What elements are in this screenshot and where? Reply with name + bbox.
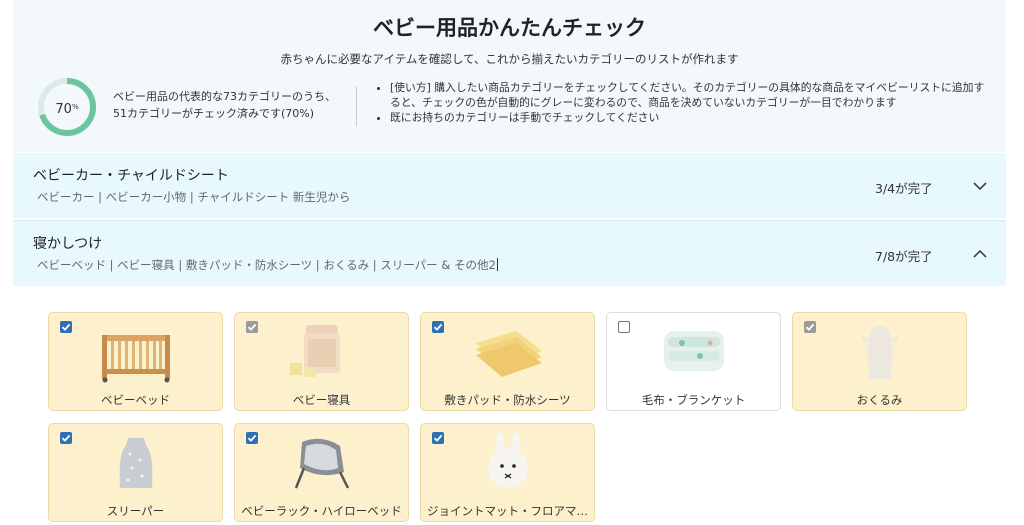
usage-instructions: [使い方] 購入したい商品カテゴリーをチェックしてください。そのカテゴリーの具体… [376, 80, 995, 125]
category-name: 寝かしつけ [33, 236, 103, 252]
text-cursor [496, 258, 498, 271]
item-card-baby-rack[interactable]: ベビーラック・ハイローベッド [234, 423, 409, 522]
item-checkbox[interactable] [804, 321, 816, 333]
bedding-set-icon [290, 325, 340, 377]
blanket-icon [664, 331, 724, 371]
category-stroller-carseat[interactable]: ベビーカー・チャイルドシート ベビーカー | ベビーカー小物 | チャイルドシー… [13, 153, 1006, 218]
item-label: ベビーラック・ハイローベッド [241, 504, 402, 518]
item-checkbox[interactable] [246, 321, 258, 333]
right-margin [1006, 0, 1024, 525]
item-checkbox[interactable] [60, 432, 72, 444]
item-label: ベビーベッド [101, 393, 170, 407]
item-checkbox[interactable] [60, 321, 72, 333]
item-label: 毛布・ブランケット [641, 393, 746, 407]
divider [356, 86, 357, 126]
stats-line-2: 51カテゴリーがチェック済みです(70%) [113, 107, 315, 120]
progress-stats: ベビー用品の代表的な73カテゴリーのうち、 51カテゴリーがチェック済みです(7… [113, 88, 353, 122]
item-card-baby-bedding[interactable]: ベビー寝具 [234, 312, 409, 411]
chevron-up-icon[interactable] [971, 245, 989, 263]
item-card-joint-mat[interactable]: ジョイントマット・フロアマ… [420, 423, 595, 522]
checklist-header: ベビー用品かんたんチェック 赤ちゃんに必要なアイテムを確認して、これから揃えたい… [13, 0, 1006, 152]
item-card-swaddle[interactable]: おくるみ [792, 312, 967, 411]
item-checkbox[interactable] [432, 321, 444, 333]
category-progress: 3/4が完了 [875, 181, 933, 196]
item-card-baby-bed[interactable]: ベビーベッド [48, 312, 223, 411]
item-card-blanket[interactable]: 毛布・ブランケット [606, 312, 781, 411]
baby-rack-icon [294, 438, 350, 489]
page-title: ベビー用品かんたんチェック [373, 16, 646, 40]
item-card-pad-sheet[interactable]: 敷きパッド・防水シーツ [420, 312, 595, 411]
category-subcategories: ベビーカー | ベビーカー小物 | チャイルドシート 新生児から [37, 190, 351, 204]
crib-icon [102, 335, 170, 383]
sleeper-icon [119, 438, 153, 488]
category-progress: 7/8が完了 [875, 249, 933, 264]
progress-percent: 70% [55, 102, 79, 117]
swaddle-icon [860, 326, 900, 379]
page-subtitle: 赤ちゃんに必要なアイテムを確認して、これから揃えたいカテゴリーのリストが作れます [280, 52, 739, 66]
item-label: スリーパー [106, 504, 165, 518]
stats-line-1: ベビー用品の代表的な73カテゴリーのうち、 [113, 90, 336, 103]
item-label: 敷きパッド・防水シーツ [444, 393, 571, 407]
chevron-down-icon[interactable] [971, 177, 989, 195]
item-label: おくるみ [856, 393, 903, 407]
pad-icon [476, 331, 542, 377]
item-checkbox[interactable] [432, 432, 444, 444]
item-card-sleeper[interactable]: スリーパー [48, 423, 223, 522]
category-name: ベビーカー・チャイルドシート [33, 168, 229, 184]
item-checkbox[interactable] [618, 321, 630, 333]
item-checkbox[interactable] [246, 432, 258, 444]
item-label: ベビー寝具 [292, 393, 351, 407]
item-label: ジョイントマット・フロアマ… [427, 504, 588, 518]
category-subcategories: ベビーベッド | ベビー寝具 | 敷きパッド・防水シーツ | おくるみ | スリ… [37, 258, 498, 272]
category-sleep[interactable]: 寝かしつけ ベビーベッド | ベビー寝具 | 敷きパッド・防水シーツ | おくる… [13, 220, 1006, 286]
instruction-item: 既にお持ちのカテゴリーは手動でチェックしてください [390, 110, 995, 125]
instruction-item: [使い方] 購入したい商品カテゴリーをチェックしてください。そのカテゴリーの具体… [390, 80, 995, 110]
left-margin [0, 0, 12, 525]
joint-mat-icon [488, 432, 528, 488]
